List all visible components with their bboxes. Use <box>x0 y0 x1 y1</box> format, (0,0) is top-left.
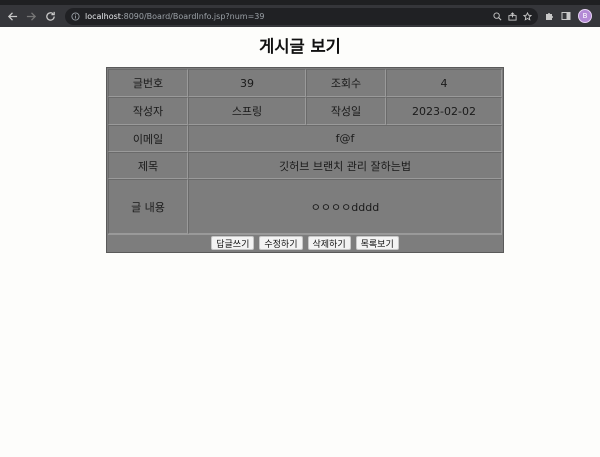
arrow-right-icon <box>26 11 36 21</box>
reply-button[interactable]: 답글쓰기 <box>211 236 255 250</box>
list-button[interactable]: 목록보기 <box>355 236 399 250</box>
browser-toolbar: localhost:8090/Board/BoardInfo.jsp?num=3… <box>0 5 600 27</box>
views-label: 조회수 <box>306 69 386 97</box>
back-button[interactable] <box>4 8 20 24</box>
author-value: 스프링 <box>188 97 306 125</box>
subject-value: 깃허브 브랜치 관리 잘하는법 <box>188 152 502 179</box>
date-value: 2023-02-02 <box>386 97 502 125</box>
sidebar-icon[interactable] <box>561 11 571 21</box>
url-path: :8090/Board/BoardInfo.jsp?num=39 <box>120 11 265 21</box>
post-number-label: 글번호 <box>108 69 188 97</box>
content-label: 글 내용 <box>108 179 188 234</box>
views-value: 4 <box>386 69 502 97</box>
page-title: 게시글 보기 <box>259 37 341 56</box>
subject-label: 제목 <box>108 152 188 179</box>
profile-avatar[interactable]: B <box>578 9 592 23</box>
content-value: ㅇㅇㅇㅇdddd <box>188 179 502 234</box>
edit-button[interactable]: 수정하기 <box>259 236 303 250</box>
url-host: localhost <box>85 11 121 21</box>
zoom-icon[interactable] <box>493 11 502 21</box>
delete-button[interactable]: 삭제하기 <box>307 236 351 250</box>
action-buttons: 답글쓰기 수정하기 삭제하기 목록보기 <box>108 234 502 251</box>
arrow-left-icon <box>7 11 17 21</box>
reload-button[interactable] <box>42 8 58 24</box>
date-label: 작성일 <box>306 97 386 125</box>
author-label: 작성자 <box>108 97 188 125</box>
info-icon[interactable] <box>71 11 80 21</box>
address-bar[interactable]: localhost:8090/Board/BoardInfo.jsp?num=3… <box>65 7 538 25</box>
email-value: f@f <box>188 125 502 152</box>
forward-button[interactable] <box>23 8 39 24</box>
reload-icon <box>45 11 55 21</box>
share-icon[interactable] <box>508 11 517 21</box>
puzzle-icon[interactable] <box>544 11 554 21</box>
email-label: 이메일 <box>108 125 188 152</box>
star-icon[interactable] <box>523 11 532 21</box>
post-detail-table: 글번호 39 조회수 4 작성자 스프링 작성일 2023-02-02 이메일 … <box>106 67 504 253</box>
post-number-value: 39 <box>188 69 306 97</box>
